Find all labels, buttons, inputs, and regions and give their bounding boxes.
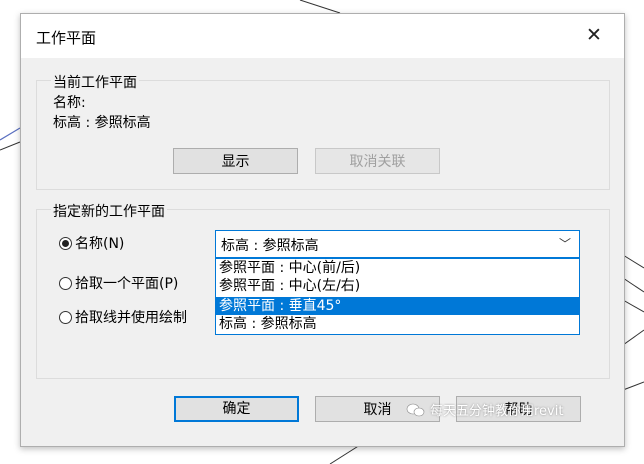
radio-pick-plane-button[interactable]	[59, 276, 72, 290]
ok-button[interactable]: 确定	[174, 396, 299, 422]
show-button[interactable]: 显示	[173, 148, 298, 174]
work-plane-dialog: 工作平面 ✕ 当前工作平面 名称: 标高 : 参照标高 显示 取消关联 指定新的…	[20, 13, 625, 447]
plane-dropdown-list[interactable]: 参照平面 : 中心(前/后) 参照平面 : 中心(左/右) 参照平面 : 垂直4…	[215, 258, 580, 335]
combo-value: 标高 : 参照标高	[221, 238, 319, 254]
new-work-plane-legend: 指定新的工作平面	[51, 201, 167, 221]
dropdown-item[interactable]: 参照平面 : 中心(左/右)	[216, 277, 579, 295]
radio-pick-plane-label: 拾取一个平面(P)	[75, 276, 179, 292]
wechat-icon	[406, 403, 425, 416]
radio-name-label: 名称(N)	[75, 236, 125, 252]
dropdown-item[interactable]: 标高 : 参照标高	[216, 315, 579, 333]
name-label: 名称:	[53, 95, 86, 111]
dropdown-item[interactable]: 参照平面 : 中心(前/后)	[216, 259, 579, 277]
dissociate-button[interactable]: 取消关联	[315, 148, 440, 174]
current-plane-value: 标高 : 参照标高	[53, 115, 151, 131]
plane-name-combo[interactable]: 标高 : 参照标高 ﹀	[215, 230, 580, 258]
radio-name[interactable]: 名称(N)	[59, 233, 124, 253]
dropdown-item-highlighted[interactable]: 参照平面 : 垂直45°	[216, 297, 579, 315]
radio-pick-plane[interactable]: 拾取一个平面(P)	[59, 273, 178, 293]
radio-pick-line-button[interactable]	[59, 310, 72, 324]
dialog-title: 工作平面	[36, 29, 97, 47]
title-bar: 工作平面 ✕	[21, 14, 624, 58]
radio-pick-line-label: 拾取线并使用绘制	[75, 310, 187, 326]
current-work-plane-legend: 当前工作平面	[51, 72, 139, 92]
close-icon[interactable]: ✕	[576, 20, 612, 50]
watermark-text: 每天五分钟教你用revit	[430, 404, 564, 419]
radio-name-button[interactable]	[59, 236, 72, 250]
radio-pick-line[interactable]: 拾取线并使用绘制	[59, 307, 187, 327]
watermark: 每天五分钟教你用revit	[406, 400, 563, 419]
chevron-down-icon[interactable]: ﹀	[559, 235, 571, 252]
